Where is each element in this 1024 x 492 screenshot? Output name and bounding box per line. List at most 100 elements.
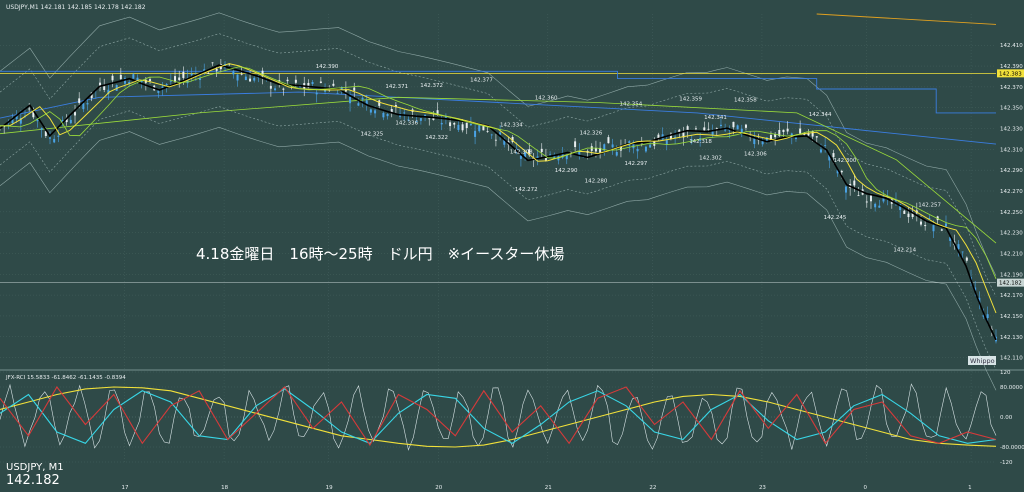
candle-body — [594, 148, 597, 152]
candle-body — [40, 128, 43, 130]
candle-body — [857, 195, 860, 197]
time-tick-label: 21 — [545, 485, 552, 491]
candle-body — [236, 74, 239, 81]
candle-body — [490, 134, 493, 136]
candle-body — [157, 90, 160, 93]
candle-body — [874, 203, 877, 208]
price-label: 142.360 — [535, 95, 558, 101]
price-label: 142.390 — [316, 64, 339, 70]
candle-body — [811, 131, 814, 137]
time-tick-label: 17 — [122, 485, 129, 491]
candle-body — [282, 88, 285, 90]
candle-body — [332, 83, 335, 86]
candle-body — [82, 103, 85, 110]
price-tick-label: 142.130 — [1000, 335, 1023, 341]
price-label: 142.372 — [420, 83, 443, 89]
candle-body — [494, 139, 497, 141]
candle-body — [944, 223, 947, 227]
price-label: 142.344 — [809, 112, 832, 118]
candle-body — [465, 122, 468, 129]
candle-body — [549, 154, 552, 156]
candle-body — [353, 87, 356, 91]
header-info: USDJPY,M1 142.181 142.185 142.178 142.18… — [6, 4, 146, 11]
time-axis: 17 18 19 20 21 22 23 0 1 — [0, 480, 1024, 492]
candle-body — [274, 88, 277, 91]
time-tick-label: 20 — [435, 485, 442, 491]
oscillator-tick-label: 120 — [1000, 370, 1011, 376]
price-tick-label: 142.150 — [1000, 314, 1023, 320]
highlight-price-label: 142.383 — [999, 71, 1022, 77]
candle-body — [69, 119, 72, 124]
price-tick-label: 142.330 — [1000, 127, 1023, 133]
candle-body — [440, 122, 443, 125]
price-tick-label: 142.390 — [1000, 64, 1023, 70]
candle-body — [719, 124, 722, 127]
price-tick-label: 142.110 — [1000, 356, 1023, 362]
candle-body — [215, 68, 218, 71]
time-axis-bar — [0, 480, 1024, 492]
price-tick-label: 142.250 — [1000, 210, 1023, 216]
candle-body — [461, 124, 464, 131]
candle-body — [169, 80, 172, 82]
candle-body — [294, 79, 297, 83]
candle-body — [132, 74, 135, 79]
candle-body — [824, 145, 827, 146]
current-price-label: 142.182 — [999, 281, 1022, 287]
candle-body — [707, 128, 710, 130]
candle-body — [419, 118, 422, 121]
price-label: 142.302 — [699, 156, 722, 162]
price-tick-label: 142.310 — [1000, 147, 1023, 153]
time-tick-label: 22 — [649, 485, 656, 491]
candle-body — [49, 137, 52, 139]
candle-body — [615, 151, 618, 156]
time-tick-label: 1 — [968, 485, 972, 491]
candle-body — [907, 213, 910, 218]
price-label: 142.214 — [893, 247, 916, 253]
candle-body — [853, 180, 856, 186]
candle-body — [803, 134, 806, 136]
price-label: 142.354 — [619, 102, 642, 108]
candle-body — [182, 71, 185, 78]
price-label: 142.326 — [580, 131, 603, 137]
price-label: 142.341 — [704, 115, 727, 121]
candle-body — [794, 137, 797, 140]
candle-body — [57, 135, 60, 137]
price-label: 142.290 — [555, 168, 578, 174]
chart-canvas: 142.390 142.371 142.372 142.377 142.360 142.3… — [0, 0, 1024, 492]
candle-body — [149, 79, 152, 81]
candle-body — [478, 125, 481, 132]
price-tick-label: 142.290 — [1000, 168, 1023, 174]
candle-body — [378, 100, 381, 106]
candle-body — [315, 92, 318, 95]
candle-body — [336, 93, 339, 94]
watermark: Whippo — [970, 357, 995, 365]
candle-body — [269, 85, 272, 89]
price-label: 142.322 — [425, 135, 448, 141]
candle-body — [190, 73, 193, 76]
candle-body — [869, 195, 872, 202]
price-label: 142.300 — [834, 158, 857, 164]
candle-body — [449, 122, 452, 127]
candle-body — [369, 109, 372, 113]
candle-body — [253, 77, 256, 81]
candle-body — [607, 137, 610, 144]
candle-body — [782, 129, 785, 132]
candle-body — [744, 124, 747, 128]
candle-body — [807, 133, 810, 136]
price-label: 142.318 — [689, 139, 712, 145]
price-tick-label: 142.370 — [1000, 85, 1023, 91]
price-label: 142.280 — [585, 179, 608, 185]
candle-body — [74, 112, 77, 116]
candle-body — [469, 123, 472, 126]
candle-body — [732, 121, 735, 128]
candle-body — [753, 138, 756, 145]
candle-body — [382, 112, 385, 118]
candle-body — [28, 108, 31, 110]
candle-body — [986, 314, 989, 319]
candle-body — [361, 97, 364, 100]
oscillator-tick-label: -80.0000 — [1000, 445, 1024, 451]
price-label: 142.334 — [500, 122, 523, 128]
price-label: 142.306 — [744, 152, 767, 158]
candle-body — [474, 130, 477, 137]
price-tick-label: 142.210 — [1000, 251, 1023, 257]
